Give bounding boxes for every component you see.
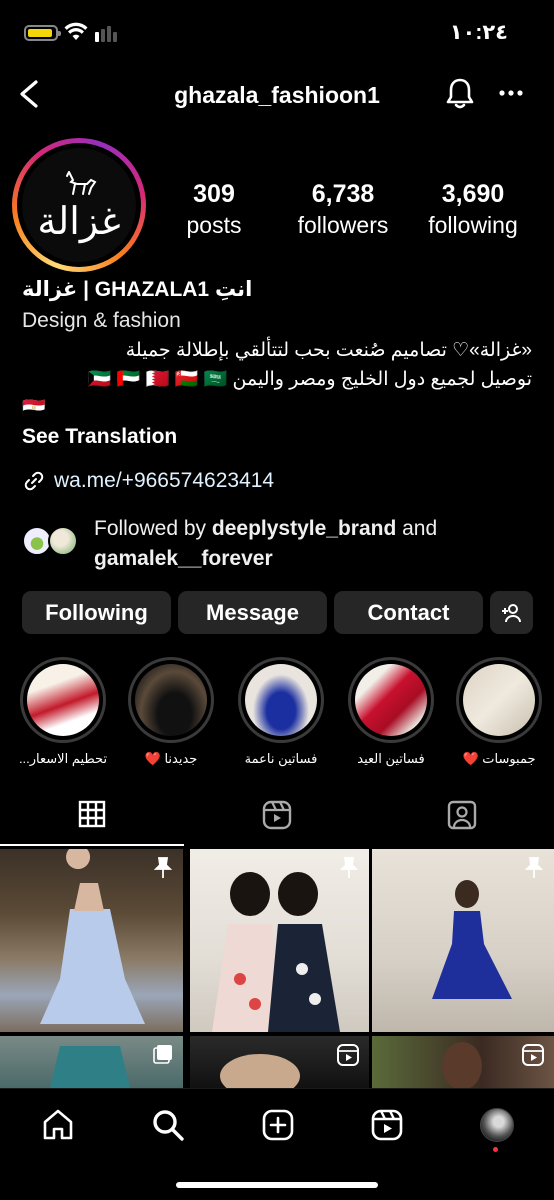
suggest-people-button[interactable]: [490, 591, 533, 634]
grid-post[interactable]: [190, 849, 369, 1032]
highlight-label: جديدنا ❤️: [144, 751, 198, 766]
nav-reels[interactable]: [367, 1105, 407, 1145]
reels-nav-icon: [371, 1109, 403, 1141]
active-tab-indicator: [0, 844, 184, 846]
reel-icon: [337, 1044, 359, 1066]
contact-button[interactable]: Contact: [334, 591, 483, 634]
followed-by-prefix: Followed by: [94, 517, 212, 540]
mutual-follower-1[interactable]: deeplystyle_brand: [212, 517, 396, 540]
bell-icon: [446, 78, 474, 109]
profile-bio: غزالة | GHAZALA1 انتِ Design & fashion «…: [22, 276, 542, 423]
link-text: wa.me/+966574623414: [54, 469, 275, 492]
add-person-icon: [501, 603, 521, 622]
profile-avatar[interactable]: غزالة: [12, 138, 146, 272]
create-icon: [262, 1109, 294, 1141]
followed-by-text: Followed by deeplystyle_brand and gamale…: [94, 514, 437, 574]
profile-header: ghazala_fashioon1: [0, 70, 554, 120]
nav-profile[interactable]: [477, 1105, 517, 1145]
followers-label: followers: [297, 212, 389, 238]
highlight-item[interactable]: تحطيم الاسعار...: [19, 657, 107, 767]
highlight-label: فساتين ناعمة: [244, 751, 318, 766]
pin-icon: [153, 857, 173, 878]
following-button[interactable]: Following: [22, 591, 171, 634]
home-icon: [43, 1109, 73, 1140]
highlight-cover: [27, 664, 99, 736]
followers-count: 6,738: [311, 180, 375, 208]
pin-icon: [339, 857, 359, 878]
more-options-button[interactable]: [498, 78, 524, 113]
posts-count: 309: [193, 180, 235, 208]
notification-dot: [493, 1147, 498, 1152]
profile-nav-avatar: [480, 1108, 514, 1142]
highlight-label: جمبوسات ❤️: [462, 751, 536, 766]
following-label: following: [428, 212, 518, 238]
followers-stat[interactable]: 6,738 followers: [286, 178, 400, 240]
signal-icon: [95, 26, 117, 42]
tab-posts-grid[interactable]: [0, 800, 184, 840]
followed-by-and: and: [396, 517, 438, 540]
tab-tagged[interactable]: [370, 800, 554, 840]
nav-create[interactable]: [258, 1105, 298, 1145]
mutual-follower-2[interactable]: gamalek__forever: [94, 547, 273, 570]
posts-label: posts: [186, 212, 242, 238]
nav-home[interactable]: [38, 1105, 78, 1145]
reel-icon: [522, 1044, 544, 1066]
bio-line-3: 🇪🇬: [22, 398, 46, 419]
following-count: 3,690: [441, 180, 505, 208]
highlight-item[interactable]: فساتين العيد: [348, 657, 434, 767]
wifi-icon: [64, 22, 88, 40]
tagged-icon: [447, 800, 477, 830]
following-stat[interactable]: 3,690 following: [418, 178, 528, 240]
pin-icon: [524, 857, 544, 878]
highlight-label: تحطيم الاسعار...: [18, 751, 108, 766]
highlight-cover: [355, 664, 427, 736]
link-icon: [24, 471, 44, 491]
home-indicator: [176, 1182, 378, 1188]
avatar-logo-text: غزالة: [37, 199, 121, 243]
more-icon: [499, 90, 523, 96]
highlight-cover: [135, 664, 207, 736]
highlight-cover: [463, 664, 535, 736]
mutual-follower-avatar: [48, 526, 78, 556]
highlight-item[interactable]: جديدنا ❤️: [128, 657, 214, 767]
carousel-icon: [153, 1045, 172, 1064]
reels-icon: [262, 800, 292, 830]
highlight-cover: [245, 664, 317, 736]
grid-post[interactable]: [190, 1036, 369, 1088]
grid-post[interactable]: [0, 1036, 183, 1088]
grid-icon: [78, 800, 106, 828]
see-translation-link[interactable]: See Translation: [22, 425, 177, 449]
nav-search[interactable]: [148, 1105, 188, 1145]
battery-icon: [24, 25, 61, 41]
display-name: غزالة | GHAZALA1 انتِ: [22, 278, 253, 301]
message-button[interactable]: Message: [178, 591, 327, 634]
status-bar: ١٠:٢٤: [0, 0, 554, 60]
notifications-button[interactable]: [444, 76, 476, 115]
grid-post[interactable]: [372, 1036, 554, 1088]
bio-line-2: توصيل لجميع دول الخليج ومصر واليمن 🇰🇼 🇦🇪…: [87, 369, 532, 390]
gazelle-logo-icon: [66, 171, 97, 195]
search-icon: [153, 1110, 184, 1141]
grid-post[interactable]: [372, 849, 554, 1032]
grid-post[interactable]: [0, 849, 183, 1032]
highlight-label: فساتين العيد: [357, 751, 425, 766]
clock: ١٠:٢٤: [449, 21, 508, 44]
highlight-item[interactable]: فساتين ناعمة: [238, 657, 324, 767]
tab-reels[interactable]: [185, 800, 369, 840]
category-label: Design & fashion: [22, 309, 181, 332]
posts-stat[interactable]: 309 posts: [170, 178, 258, 240]
highlight-item[interactable]: جمبوسات ❤️: [456, 657, 542, 767]
profile-link[interactable]: wa.me/+966574623414: [22, 469, 274, 493]
bio-line-1: «غزالة»♡ تصاميم صُنعت بحب لتتألقي بإطلال…: [125, 340, 532, 361]
